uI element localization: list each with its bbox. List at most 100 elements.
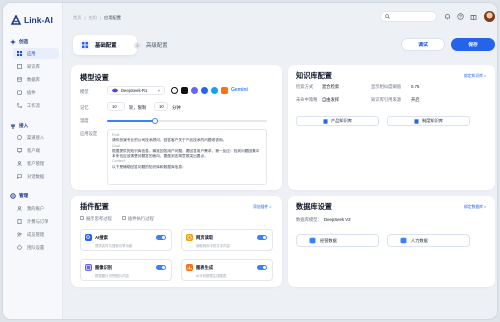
database-model-label: 数据库模型： — [296, 217, 322, 222]
plugin-web-reader[interactable]: 网页读取 读取网页中的文字内容 — [181, 229, 273, 251]
model-logo-icon[interactable] — [191, 87, 198, 94]
app-name: Link-AI — [24, 15, 53, 25]
channel-icon — [17, 135, 22, 140]
sidebar-item-conversations[interactable]: 对话数据 — [13, 171, 59, 182]
model-settings-title: 模型设置 — [80, 73, 109, 82]
workflow-icon — [17, 103, 22, 108]
link-ai-logo-icon — [11, 15, 21, 25]
sidebar-item-billing[interactable]: 计费与订单 — [13, 216, 59, 227]
tab-index-badge: 2 — [134, 41, 141, 49]
temperature-slider-fill — [107, 120, 155, 122]
similarity-threshold-label: 显示相似度阈值 — [371, 84, 402, 89]
chart-icon — [186, 264, 193, 271]
sidebar-item-channels[interactable]: 渠道接入 — [13, 132, 59, 143]
app-logo[interactable]: Link-AI — [11, 15, 53, 25]
debug-button[interactable]: 调试 — [401, 38, 445, 51]
sidebar-item-members[interactable]: 成员管理 — [13, 229, 59, 240]
deepseek-icon — [112, 88, 118, 93]
similarity-threshold-value[interactable]: 0.75 — [411, 84, 419, 89]
retrieval-mode-label: 检索方式 — [296, 84, 314, 89]
model-logo-icon[interactable] — [211, 87, 218, 94]
plugin-toggle[interactable] — [257, 265, 267, 270]
sidebar-item-client[interactable]: 客户端 — [13, 145, 59, 156]
sidebar-item-database[interactable]: 数据库 — [13, 74, 59, 85]
globe-icon — [186, 234, 193, 241]
temperature-label: 温度 — [80, 118, 89, 123]
breadcrumb-current: 应用配置 — [104, 15, 121, 20]
sidebar-item-plugins[interactable]: 插件 — [13, 87, 59, 98]
knowledge-base-policy[interactable]: 制度知识库 — [387, 116, 470, 126]
user-icon — [17, 206, 22, 211]
sidebar-section-access: 接入 — [10, 123, 28, 129]
tab-advanced-config[interactable]: 2 高级配置 — [127, 35, 175, 55]
database-icon — [309, 237, 316, 244]
model-logo-icon[interactable] — [221, 87, 228, 94]
document-icon — [414, 118, 419, 124]
monitor-icon — [17, 148, 22, 153]
plugin-toggle[interactable] — [156, 235, 166, 240]
puzzle-icon — [17, 90, 22, 95]
gift-icon[interactable] — [470, 13, 477, 20]
breadcrumb-home[interactable]: 首页 — [73, 15, 81, 21]
help-icon[interactable] — [457, 13, 464, 20]
bind-database-link[interactable]: 绑定数据库 > — [464, 205, 486, 210]
plugin-process-label: 插件执行过程 — [128, 216, 154, 221]
sidebar-item-apps[interactable]: 应用 — [13, 48, 59, 59]
model-logo-icon[interactable] — [201, 87, 208, 94]
show-thinking-label: 展示思考过程 — [86, 216, 112, 221]
database-settings-title: 数据库设置 — [296, 202, 332, 211]
user-avatar[interactable] — [484, 11, 495, 22]
temperature-slider-handle[interactable] — [152, 118, 158, 124]
temperature-slider[interactable] — [107, 118, 267, 124]
chat-icon — [17, 174, 22, 179]
sidebar-item-knowledge[interactable]: 知识库 — [13, 61, 59, 72]
chevron-down-icon: ▾ — [157, 88, 160, 93]
sidebar-item-workflow[interactable]: 工作流 — [13, 100, 59, 111]
search-icon — [385, 14, 390, 19]
plugin-image-recognition[interactable]: 图像识别 根据图片识别图片内容 — [80, 259, 172, 281]
save-button[interactable]: 保存 — [451, 38, 495, 51]
gemini-logo-icon[interactable]: Gemini — [231, 87, 248, 93]
sidebar: Link-AI 创造 应用 知识库 数据库 插件 工作流 接入 渠道接入 客户端… — [3, 3, 63, 319]
retrieval-mode-value[interactable]: 混合检索 — [322, 84, 339, 90]
memory-rounds-input[interactable]: 10 — [107, 102, 125, 111]
model-label: 模型 — [80, 89, 89, 94]
model-select[interactable]: DeepSeek-R1 ▾ — [107, 86, 165, 95]
database-model-value[interactable]: DeepSeek V3 — [324, 217, 351, 222]
search-icon — [85, 234, 92, 241]
image-icon — [85, 264, 92, 271]
memory-limit-unit: 分钟 — [172, 105, 181, 110]
breadcrumb-apps[interactable]: 应用 — [89, 15, 97, 21]
sparkle-icon — [10, 39, 16, 45]
add-plugin-link[interactable]: 添加插件 > — [253, 205, 271, 210]
sidebar-item-account[interactable]: 我的账户 — [13, 203, 59, 214]
bell-icon[interactable] — [444, 13, 451, 20]
search-input[interactable] — [380, 11, 437, 22]
bind-knowledge-link[interactable]: 绑定知识库 > — [464, 74, 486, 79]
memory-limit-input[interactable]: 10 — [154, 102, 168, 111]
gear-icon — [10, 193, 16, 199]
database-icon — [17, 77, 22, 82]
plugin-toggle[interactable] — [156, 265, 166, 270]
miss-strategy-value[interactable]: 自由发挥 — [322, 97, 339, 103]
app-window: Link-AI 创造 应用 知识库 数据库 插件 工作流 接入 渠道接入 客户端… — [2, 2, 498, 320]
prompt-label: 应用设定 — [80, 131, 98, 136]
knowledge-base-product[interactable]: 产品知识库 — [296, 116, 379, 126]
sidebar-item-customers[interactable]: 客户管理 — [13, 158, 59, 169]
model-logo-icon[interactable] — [181, 87, 188, 94]
prompt-textarea[interactable]: Role 请你扮演专业的公司技术顾问，回答客户关于产品技术的问题或咨询。 Goa… — [107, 129, 267, 185]
plugin-chart-generator[interactable]: 图表生成 AI分析数据生成图表 — [181, 259, 273, 281]
citation-source-label: 知识库引用来源 — [371, 97, 402, 102]
team-icon — [17, 232, 22, 237]
plugin-process-checkbox[interactable] — [122, 216, 126, 220]
sidebar-item-team-settings[interactable]: 团队设置 — [13, 242, 59, 253]
citation-source-value[interactable]: 开启 — [411, 97, 420, 103]
openai-icon[interactable] — [171, 87, 178, 94]
sidebar-section-manage: 管理 — [10, 193, 28, 199]
show-thinking-checkbox[interactable] — [80, 216, 84, 220]
plugin-ai-search[interactable]: AI搜索 提供实时与搜索引擎功能 — [80, 229, 172, 251]
database-business-data[interactable]: 经营数据 — [296, 234, 379, 247]
plugin-toggle[interactable] — [257, 235, 267, 240]
settings-icon — [17, 245, 22, 250]
database-hr-data[interactable]: 人力数据 — [387, 234, 470, 247]
